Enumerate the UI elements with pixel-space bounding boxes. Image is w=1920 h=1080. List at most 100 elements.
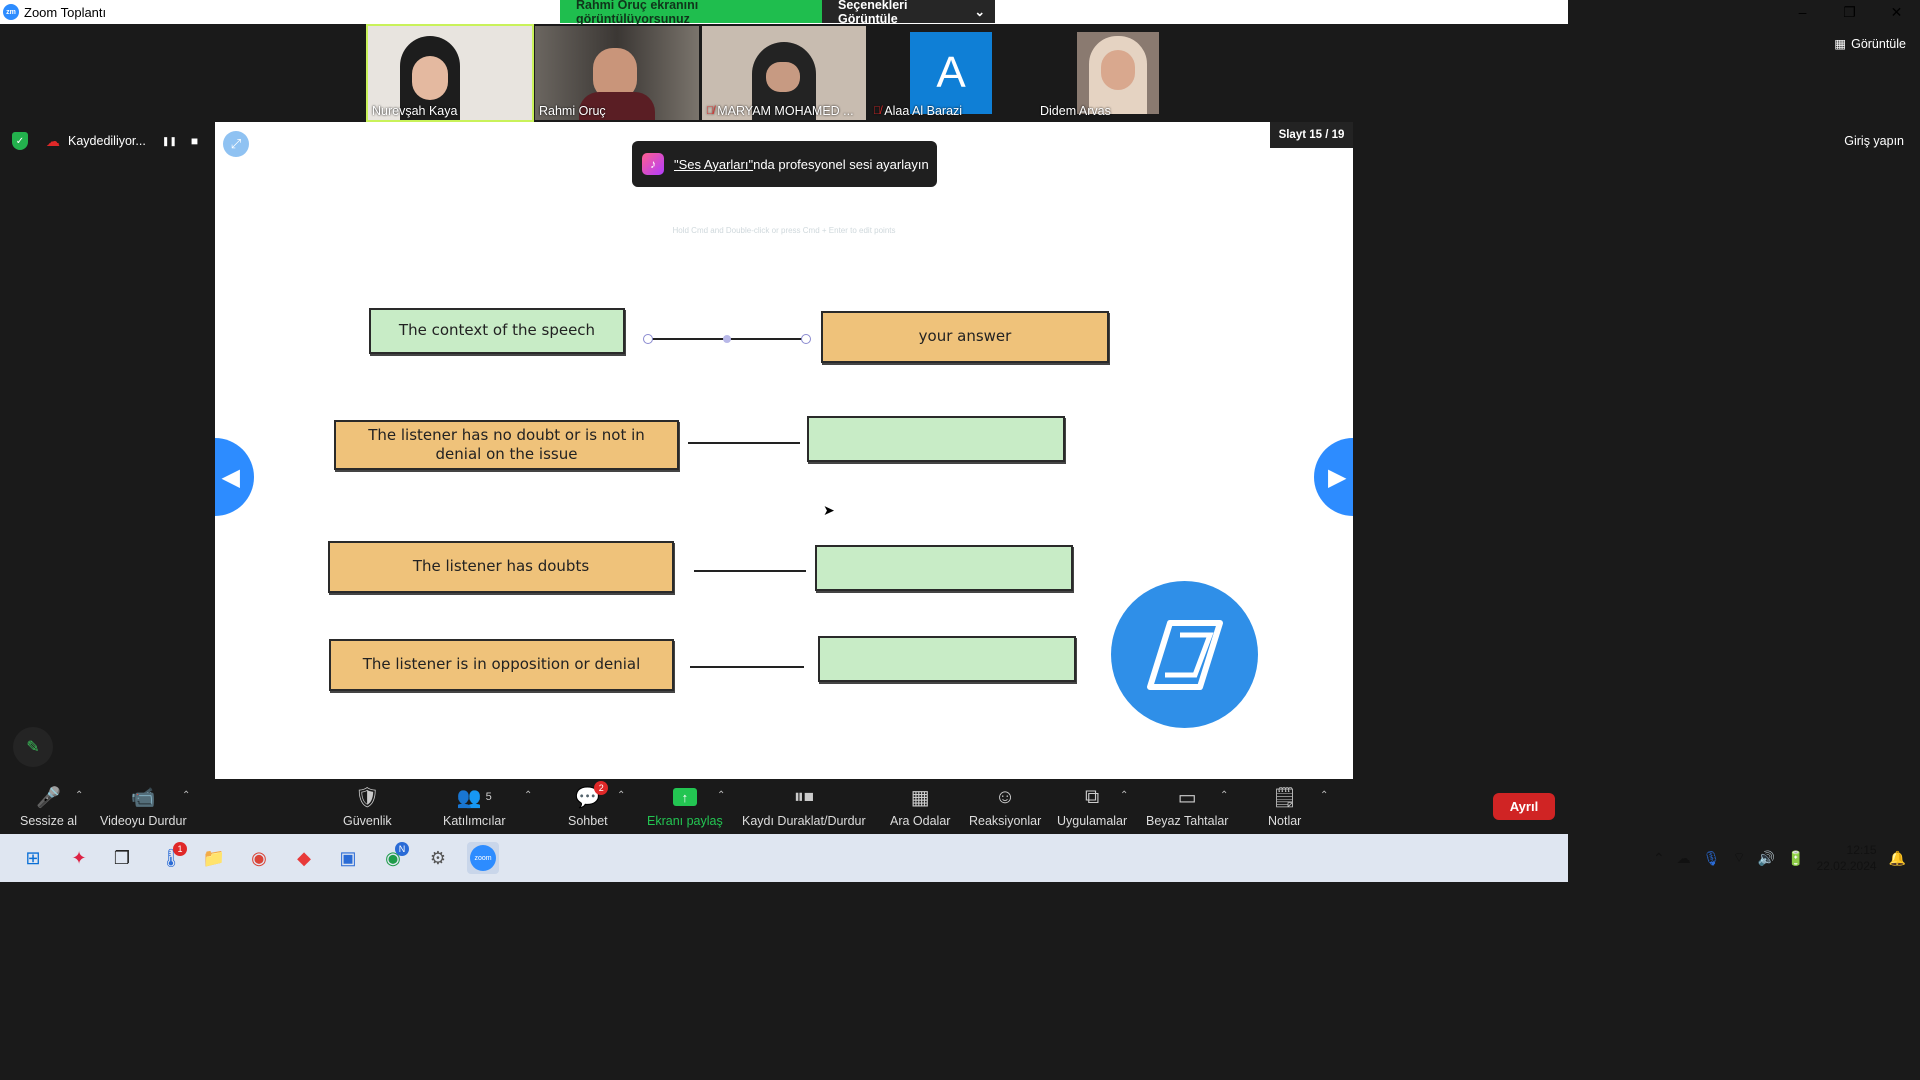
view-options-button[interactable]: Seçenekleri Görüntüle ⌄ <box>822 0 995 26</box>
copilot-icon[interactable]: ✦ <box>63 842 95 874</box>
shield-icon: 🛡 <box>354 786 381 809</box>
connector-handle[interactable] <box>723 335 731 343</box>
stop-video-button[interactable]: 📹 Videoyu Durdur <box>100 784 187 829</box>
pause-stop-icon: ⏸⏹ <box>793 785 814 808</box>
participant-name: 🎙̸ MARYAM MOHAMED ... <box>706 104 854 118</box>
settings-gear-icon[interactable]: ⚙ <box>422 842 454 874</box>
wifi-icon[interactable]: ⌔ <box>1732 849 1745 867</box>
video-camera-icon: 📹 <box>130 786 156 809</box>
answer-box[interactable] <box>807 416 1065 462</box>
participant-tile[interactable]: Didem Arvas <box>1036 26 1200 120</box>
participant-name: Nurevşah Kaya <box>372 104 458 118</box>
close-button[interactable]: ✕ <box>1873 0 1920 24</box>
pause-recording-button[interactable]: ❚❚ <box>162 136 177 147</box>
weather-app-icon[interactable]: 🌡 1 <box>155 842 187 874</box>
cloud-record-icon: ☁ <box>46 132 60 149</box>
mic-muted-icon: 🎙̸ <box>873 105 882 117</box>
avatar: A <box>910 32 992 114</box>
window-controls: – ❐ ✕ <box>1779 0 1920 24</box>
sign-in-link[interactable]: Giriş yapın <box>1844 134 1904 148</box>
restore-button[interactable]: ❐ <box>1826 0 1873 24</box>
security-button[interactable]: 🛡 Güvenlik <box>343 784 392 829</box>
microsoft-store-icon[interactable]: ▣ <box>332 842 364 874</box>
zoom-app-icon: zm <box>3 4 19 20</box>
stop-recording-button[interactable]: ■ <box>191 134 198 148</box>
chat-bubble-icon: 💬 2 <box>575 781 609 810</box>
participant-name: Didem Arvas <box>1040 104 1111 118</box>
leave-button[interactable]: Ayrıl <box>1493 793 1555 820</box>
chat-button[interactable]: 💬 2 Sohbet <box>568 781 609 828</box>
participant-tile[interactable]: Rahmi Oruç <box>535 26 699 120</box>
people-icon: 👥 5 <box>456 786 492 809</box>
reactions-button[interactable]: ☺ Reaksiyonlar <box>969 784 1041 829</box>
previous-slide-button[interactable]: ◀ <box>215 438 254 516</box>
participant-count: 5 <box>485 791 492 803</box>
notes-button[interactable]: 🗒 Notlar <box>1268 784 1301 829</box>
participants-options-caret[interactable]: ⌃ <box>524 790 532 801</box>
view-button[interactable]: ▦ Görüntüle <box>1834 36 1906 52</box>
mute-button[interactable]: 🎤 Sessize al <box>20 784 77 829</box>
chat-options-caret[interactable]: ⌃ <box>617 790 625 801</box>
meeting-toolbar: 🎤 Sessize al ⌃ 📹 Videoyu Durdur ⌃ 🛡 Güvenli… <box>0 780 1568 834</box>
notes-options-caret[interactable]: ⌃ <box>1320 790 1328 801</box>
notification-bell-icon[interactable]: 🔔 <box>1889 850 1906 867</box>
next-slide-button[interactable]: ▶ <box>1314 438 1353 516</box>
mute-options-caret[interactable]: ⌃ <box>75 790 83 801</box>
file-explorer-icon[interactable]: 📁 <box>198 842 230 874</box>
chevron-down-icon: ⌄ <box>974 5 985 19</box>
participant-tile[interactable]: Nurevşah Kaya <box>366 24 534 122</box>
recording-bar: ✓ ☁ Kaydediliyor... ❚❚ ■ <box>12 132 198 150</box>
connector-handle[interactable] <box>643 334 653 344</box>
connector-line <box>694 570 806 572</box>
battery-icon[interactable]: 🔋 <box>1787 850 1804 867</box>
audio-settings-toast[interactable]: ♪ "Ses Ayarları"nda profesyonel sesi aya… <box>632 141 937 187</box>
task-view-icon[interactable]: ❐ <box>106 842 138 874</box>
onedrive-icon[interactable]: ☁ <box>1677 850 1691 867</box>
annotate-pencil-button[interactable]: ✎ <box>13 727 53 767</box>
pause-stop-recording-button[interactable]: ⏸⏹ Kaydı Duraklat/Durdur <box>742 784 866 829</box>
participant-name: 🎙̸ Alaa Al Barazi <box>873 104 963 118</box>
share-screen-button[interactable]: ↑ Ekranı paylaş <box>647 784 723 828</box>
grid-icon: ▦ <box>1834 37 1847 51</box>
answer-box[interactable] <box>818 636 1076 682</box>
breakout-rooms-button[interactable]: ▦ Ara Odalar <box>890 784 950 829</box>
participant-tile[interactable]: A 🎙̸ Alaa Al Barazi <box>869 26 1033 120</box>
participant-tile[interactable]: 🎙̸ MARYAM MOHAMED ... <box>702 26 866 120</box>
whiteboards-options-caret[interactable]: ⌃ <box>1220 790 1228 801</box>
zoom-taskbar-icon[interactable]: zoom <box>467 842 499 874</box>
clock[interactable]: 12:15 22.02.2024 <box>1817 842 1877 874</box>
expand-icon[interactable]: ⤢ <box>223 131 249 157</box>
minimize-button[interactable]: – <box>1779 0 1826 24</box>
share-arrow-icon: ↑ <box>672 784 697 810</box>
share-options-caret[interactable]: ⌃ <box>717 790 725 801</box>
video-options-caret[interactable]: ⌃ <box>182 790 190 801</box>
microphone-icon[interactable]: 🎙 <box>1703 850 1721 867</box>
chrome-profile-icon[interactable]: ◉ N <box>377 842 409 874</box>
windows-start-icon[interactable]: ⊞ <box>17 842 49 874</box>
tray-chevron-up-icon[interactable]: ⌃ <box>1653 850 1665 867</box>
app-badge: 1 <box>173 842 187 856</box>
volume-icon[interactable]: 🔊 <box>1758 850 1775 867</box>
prompt-box: The listener is in opposition or denial <box>329 639 674 691</box>
chrome-icon[interactable]: ◉ <box>243 842 275 874</box>
connector-line <box>688 442 800 444</box>
smiley-plus-icon: ☺ <box>994 785 1016 808</box>
whiteboard-icon: ▭ <box>1177 786 1197 809</box>
audio-settings-link[interactable]: "Ses Ayarları" <box>674 157 753 172</box>
system-tray: ⌃ ☁ 🎙 ⌔ 🔊 🔋 12:15 22.02.2024 🔔 <box>1653 834 1906 882</box>
date: 22.02.2024 <box>1816 859 1877 873</box>
chat-badge: 2 <box>594 781 609 795</box>
connector-handle[interactable] <box>801 334 811 344</box>
whiteboards-button[interactable]: ▭ Beyaz Tahtalar <box>1146 784 1228 829</box>
security-shield-icon: ✓ <box>12 132 28 150</box>
shared-screen-slide: ⤢ Hold Cmd and Double-click or press Cmd… <box>215 122 1353 779</box>
apps-options-caret[interactable]: ⌃ <box>1120 790 1128 801</box>
apps-button[interactable]: ⧉ Uygulamalar <box>1057 784 1127 829</box>
anydesk-icon[interactable]: ◆ <box>288 842 320 874</box>
share-status: Rahmi Oruç ekranını görüntülüyorsunuz <box>560 0 822 26</box>
answer-box[interactable]: your answer <box>821 311 1109 363</box>
mouse-cursor-icon: ➤ <box>823 502 835 518</box>
answer-box[interactable] <box>815 545 1073 591</box>
slide-counter: Slayt 15 / 19 <box>1270 122 1353 148</box>
participants-button[interactable]: 👥 5 Katılımcılar <box>443 784 506 829</box>
